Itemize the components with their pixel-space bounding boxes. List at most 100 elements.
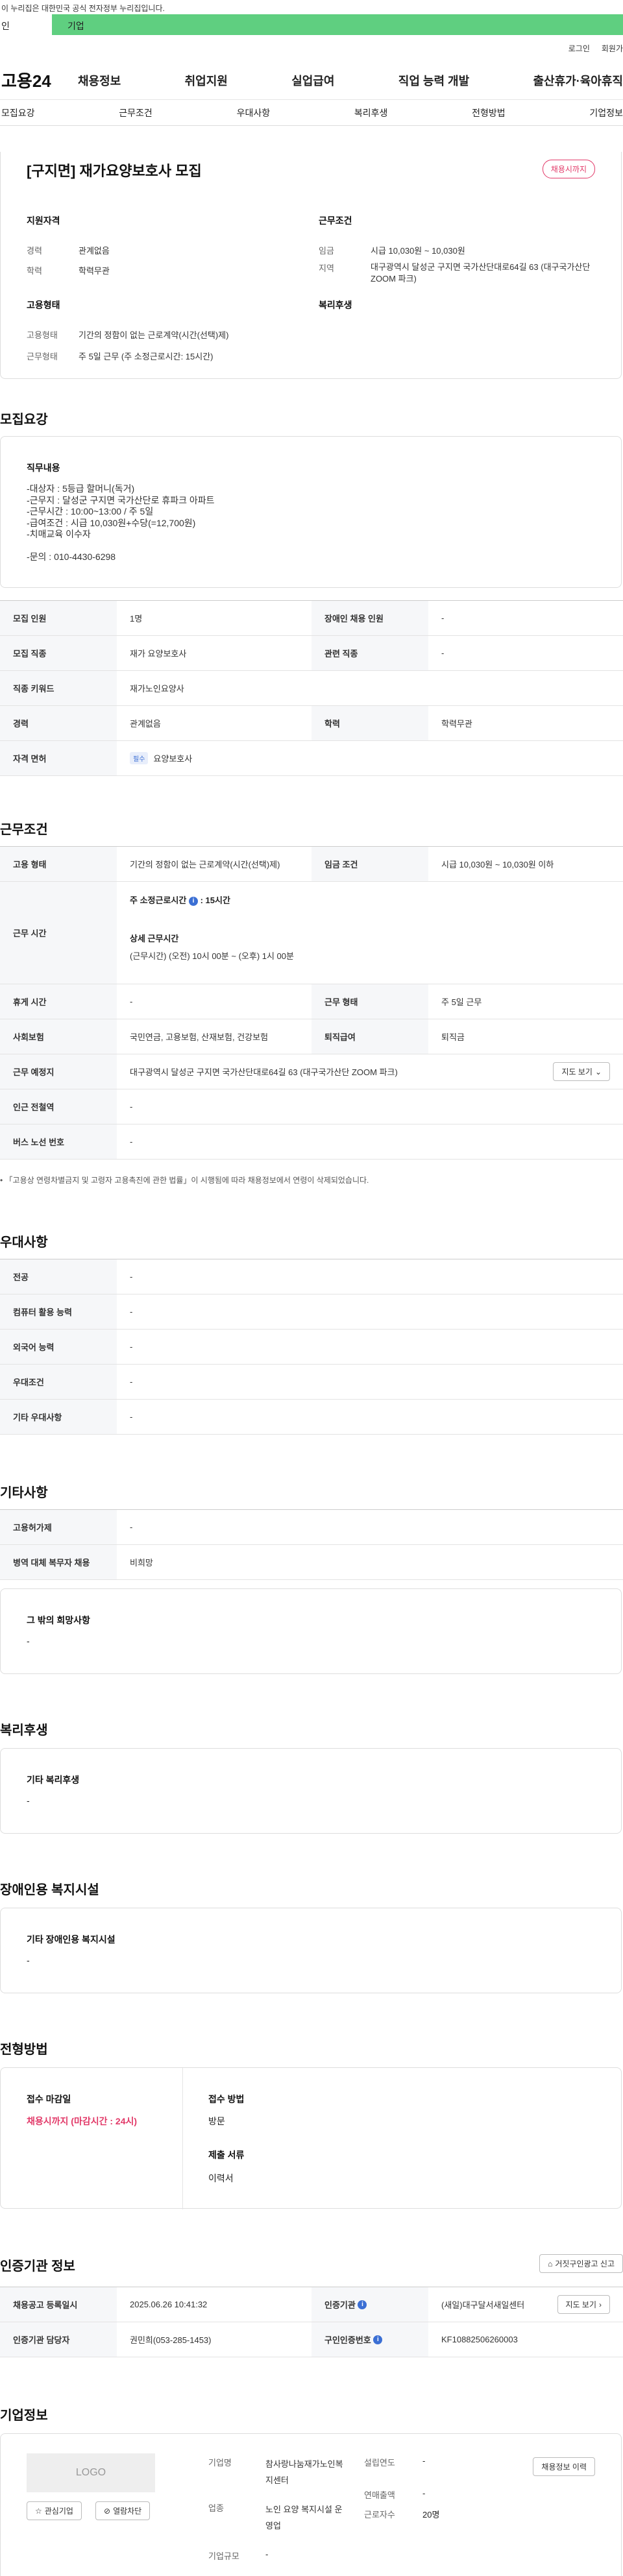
row-value: 1명: [130, 614, 143, 624]
work-form-label: 근무형태: [27, 352, 58, 361]
table-row: 근무 시간 주 소정근로시간 i : 15시간 상세 근무시간 (근무시간) (…: [0, 882, 623, 984]
deadline-title: 접수 마감일: [27, 2094, 71, 2104]
block-label: 열람차단: [113, 2507, 142, 2516]
row-label: 모집 인원: [0, 601, 117, 635]
row-value: -: [130, 1137, 133, 1147]
row-value: -: [130, 1377, 133, 1387]
table-row: 자격 면허 필수 요양보호사: [0, 741, 623, 776]
table-row: 사회보험 국민연금, 고용보험, 산재보험, 건강보험 퇴직급여 퇴직금: [0, 1019, 623, 1054]
login-link[interactable]: 로그인: [568, 43, 590, 54]
org-label: 인증기관: [324, 2300, 356, 2310]
row-label: 직종 키워드: [0, 671, 117, 705]
row-value: 기간의 정함이 없는 근로계약(시간(선택)제): [130, 860, 280, 869]
site-logo[interactable]: 고용24: [0, 68, 78, 92]
anchor-screening[interactable]: 전형방법: [472, 106, 506, 119]
row-label: 병역 대체 복무자 채용: [0, 1545, 117, 1579]
table-row: 병역 대체 복무자 채용 비희망: [0, 1545, 623, 1580]
row-value: (새일)대구달서새일센터 지도 보기 ›: [428, 2287, 623, 2322]
welfare-box: 기타 복리후생 -: [0, 1748, 622, 1834]
row-value: -: [130, 1102, 133, 1112]
row-value: -: [130, 1342, 133, 1352]
other-wish-value: -: [27, 1636, 30, 1646]
info-icon[interactable]: i: [358, 2300, 367, 2309]
wage-label: 임금: [319, 246, 334, 256]
hiring-history-button[interactable]: 채용정보 이력: [533, 2457, 595, 2476]
anchor-company[interactable]: 기업정보: [589, 106, 623, 119]
section-anchor-nav: 모집요강 근무조건 우대사항 복리후생 전형방법 기업정보: [0, 100, 623, 126]
info-icon[interactable]: i: [188, 896, 198, 906]
row-value: -: [441, 613, 445, 623]
footnote-text: 「고용상 연령차별금지 및 고령자 고용촉진에 관한 법률」이 시행됨에 따라 …: [5, 1176, 369, 1185]
agency-name: (새일)대구달서새일센터: [441, 2300, 525, 2310]
table-row: 근무 예정지 대구광역시 달성군 구지면 국가산단대로64길 63 (대구국가산…: [0, 1054, 623, 1089]
chevron-right-icon: ›: [599, 2300, 602, 2309]
row-label: 학력: [312, 706, 428, 740]
anchor-preference[interactable]: 우대사항: [237, 106, 271, 119]
row-value: 재가노인요양사: [130, 684, 184, 694]
row-label: 버스 노선 번호: [0, 1124, 117, 1159]
duty-box: 직무내용 -대상자 : 5등급 할머니(독거) -근무지 : 달성군 구지면 국…: [0, 436, 622, 588]
row-value: 시급 10,030원 ~ 10,030원 이하: [441, 860, 554, 869]
row-label: 우대조건: [0, 1365, 117, 1399]
table-row: 기타 우대사항 -: [0, 1400, 623, 1435]
row-value: 주 5일 근무: [441, 997, 482, 1007]
weekly-hours-label: 주 소정근로시간: [130, 895, 187, 905]
audience-tabs: 인 기업: [0, 14, 623, 35]
employees-label: 근로자수: [364, 2510, 395, 2520]
year-value: -: [422, 2456, 426, 2466]
duty-line: -근무지 : 달성군 구지면 국가산단로 휴파크 아파트: [27, 494, 215, 505]
row-value: 관계없음: [130, 719, 161, 729]
year-label: 설립연도: [364, 2458, 395, 2468]
block-view-button[interactable]: ⊘ 열람차단: [95, 2501, 151, 2520]
emp-type-label: 고용형태: [27, 330, 58, 340]
cond-title: 근무조건: [319, 215, 352, 226]
employees-value: 20명: [422, 2510, 440, 2520]
chevron-down-icon: ⌄: [594, 1067, 602, 1076]
disabled-section-title: 장애인용 복지시설: [0, 1883, 99, 1897]
row-label: 근무 형태: [312, 984, 428, 1019]
conditions-section-title: 근무조건: [0, 823, 48, 837]
favorite-label: 관심기업: [44, 2507, 73, 2516]
deadline-value: 채용시까지 (마감시간 : 24시): [27, 2116, 138, 2126]
menu-unemployment-benefit[interactable]: 실업급여: [291, 72, 334, 89]
disabled-box-title: 기타 장애인용 복지시설: [27, 1934, 116, 1945]
anchor-recruit[interactable]: 모집요강: [1, 106, 35, 119]
row-value: 국민연금, 고용보험, 산재보험, 건강보험: [130, 1032, 269, 1042]
row-label: 인증기관 i: [312, 2287, 428, 2322]
menu-jobs[interactable]: 채용정보: [78, 72, 121, 89]
favorite-company-button[interactable]: ☆ 관심기업: [27, 2501, 82, 2520]
table-row: 인증기관 담당자 권민희(053-285-1453) 구인인증번호 i KF10…: [0, 2322, 623, 2357]
menu-skills[interactable]: 직업 능력 개발: [398, 72, 469, 89]
table-row: 고용 형태 기간의 정함이 없는 근로계약(시간(선택)제) 임금 조건 시급 …: [0, 847, 623, 882]
join-link[interactable]: 회원가: [602, 43, 623, 54]
report-false-ad-button[interactable]: ⌂ 거짓구인광고 신고: [539, 2254, 623, 2273]
emp-title: 고용형태: [27, 300, 60, 310]
table-row: 휴게 시간 - 근무 형태 주 5일 근무: [0, 984, 623, 1019]
info-icon[interactable]: i: [373, 2335, 383, 2344]
age-discrimination-note: • 「고용상 연령차별금지 및 고령자 고용촉진에 관한 법률」이 시행됨에 따…: [0, 1176, 369, 1185]
weekly-hours-value: : 15시간: [200, 895, 230, 905]
menu-parental-leave[interactable]: 출산휴가·육아휴직: [533, 72, 623, 89]
map-button[interactable]: 지도 보기 ⌄: [553, 1062, 610, 1081]
company-section-title: 기업정보: [0, 2409, 48, 2423]
row-value: 필수 요양보호사: [117, 741, 623, 775]
agency-table: 채용공고 등록일시 2025.06.26 10:41:32 인증기관 i (새일…: [0, 2287, 623, 2357]
table-row: 고용허가제 -: [0, 1510, 623, 1545]
other-wish-title: 그 밖의 희망사항: [27, 1615, 90, 1625]
company-logo: LOGO: [27, 2453, 155, 2492]
table-row: 인근 전철역 -: [0, 1089, 623, 1124]
region-value: 대구광역시 달성군 구지면 국가산단대로64길 63 (대구국가산단 ZOOM …: [371, 262, 591, 284]
agency-map-button[interactable]: 지도 보기 ›: [557, 2295, 610, 2314]
tab-individual[interactable]: 인: [0, 14, 52, 35]
anchor-conditions[interactable]: 근무조건: [119, 106, 153, 119]
menu-employment-support[interactable]: 취업지원: [185, 72, 228, 89]
job-title: [구지면] 재가요양보호사 모집: [27, 163, 202, 179]
global-nav: 고용24 채용정보 취업지원 실업급여 직업 능력 개발 출산휴가·육아휴직: [0, 61, 623, 100]
conditions-table: 고용 형태 기간의 정함이 없는 근로계약(시간(선택)제) 임금 조건 시급 …: [0, 846, 623, 1160]
table-row: 모집 직종 재가 요양보호사 관련 직종 -: [0, 636, 623, 671]
other-wish-box: 그 밖의 희망사항 -: [0, 1588, 622, 1674]
tab-company[interactable]: 기업: [52, 14, 623, 35]
duty-line: -문의 : 010-4430-6298: [27, 551, 116, 562]
industry-label: 업종: [208, 2503, 224, 2513]
anchor-welfare[interactable]: 복리후생: [354, 106, 388, 119]
